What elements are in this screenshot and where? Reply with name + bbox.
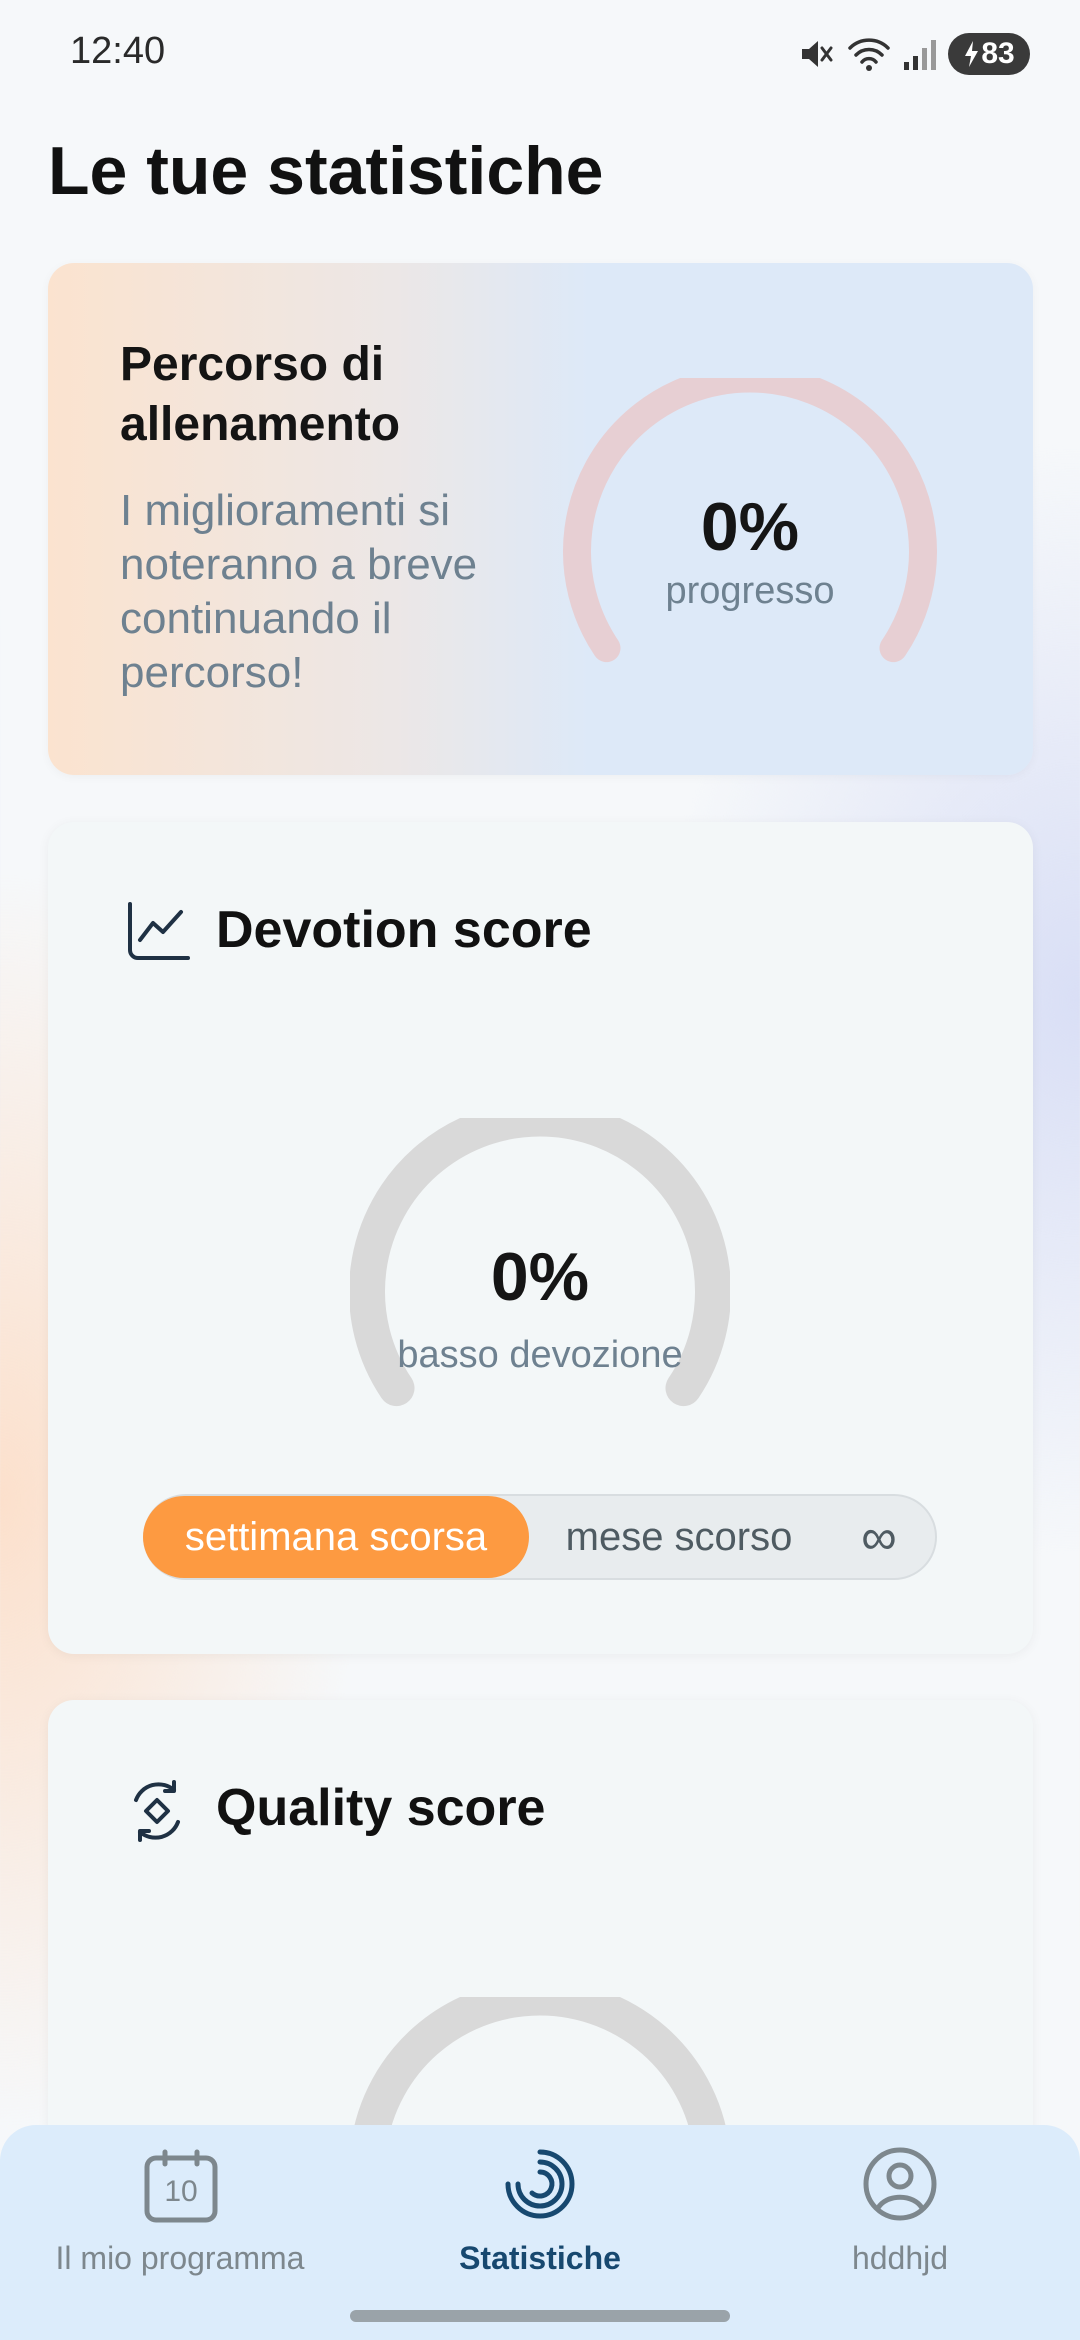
battery-indicator: 83 bbox=[948, 33, 1030, 75]
period-all-time[interactable]: ∞ bbox=[829, 1496, 929, 1578]
period-last-month[interactable]: mese scorso bbox=[529, 1496, 829, 1578]
signal-icon bbox=[902, 34, 938, 74]
page-title: Le tue statistiche bbox=[48, 133, 604, 209]
wifi-icon bbox=[846, 34, 892, 74]
quality-card-title: Quality score bbox=[216, 1779, 546, 1837]
progress-card-description: I miglioramenti si noteranno a breve con… bbox=[120, 486, 478, 697]
period-last-week[interactable]: settimana scorsa bbox=[143, 1496, 529, 1578]
battery-level: 83 bbox=[981, 37, 1015, 70]
status-icons: 83 bbox=[796, 30, 1030, 78]
nav-item-statistics[interactable]: Statistiche bbox=[400, 2140, 680, 2280]
period-selector: settimana scorsa mese scorso ∞ bbox=[143, 1494, 937, 1580]
calendar-day: 10 bbox=[164, 2175, 198, 2208]
progress-card-title: Percorso di allenamento bbox=[120, 338, 401, 451]
progress-gauge-label: progresso bbox=[665, 570, 835, 612]
home-indicator[interactable] bbox=[350, 2310, 730, 2322]
nav-label-statistics: Statistiche bbox=[459, 2240, 621, 2276]
status-time: 12:40 bbox=[70, 30, 166, 72]
progress-gauge-value: 0% bbox=[700, 489, 800, 565]
profile-icon bbox=[862, 2146, 938, 2227]
devotion-gauge-label: basso devozione bbox=[397, 1334, 683, 1376]
stats-spiral-icon bbox=[502, 2146, 578, 2227]
nav-item-profile[interactable]: hddhjd bbox=[760, 2140, 1040, 2280]
mute-icon bbox=[796, 34, 836, 74]
quality-cycle-icon bbox=[124, 1778, 190, 1849]
nav-item-program[interactable]: 10 Il mio programma bbox=[40, 2140, 320, 2280]
nav-label-profile: hddhjd bbox=[851, 2240, 949, 2276]
nav-label-program: Il mio programma bbox=[55, 2240, 305, 2276]
devotion-card-title: Devotion score bbox=[216, 901, 592, 959]
battery-charging-icon bbox=[963, 40, 979, 68]
line-chart-icon bbox=[124, 900, 190, 969]
devotion-gauge-value: 0% bbox=[490, 1239, 590, 1315]
